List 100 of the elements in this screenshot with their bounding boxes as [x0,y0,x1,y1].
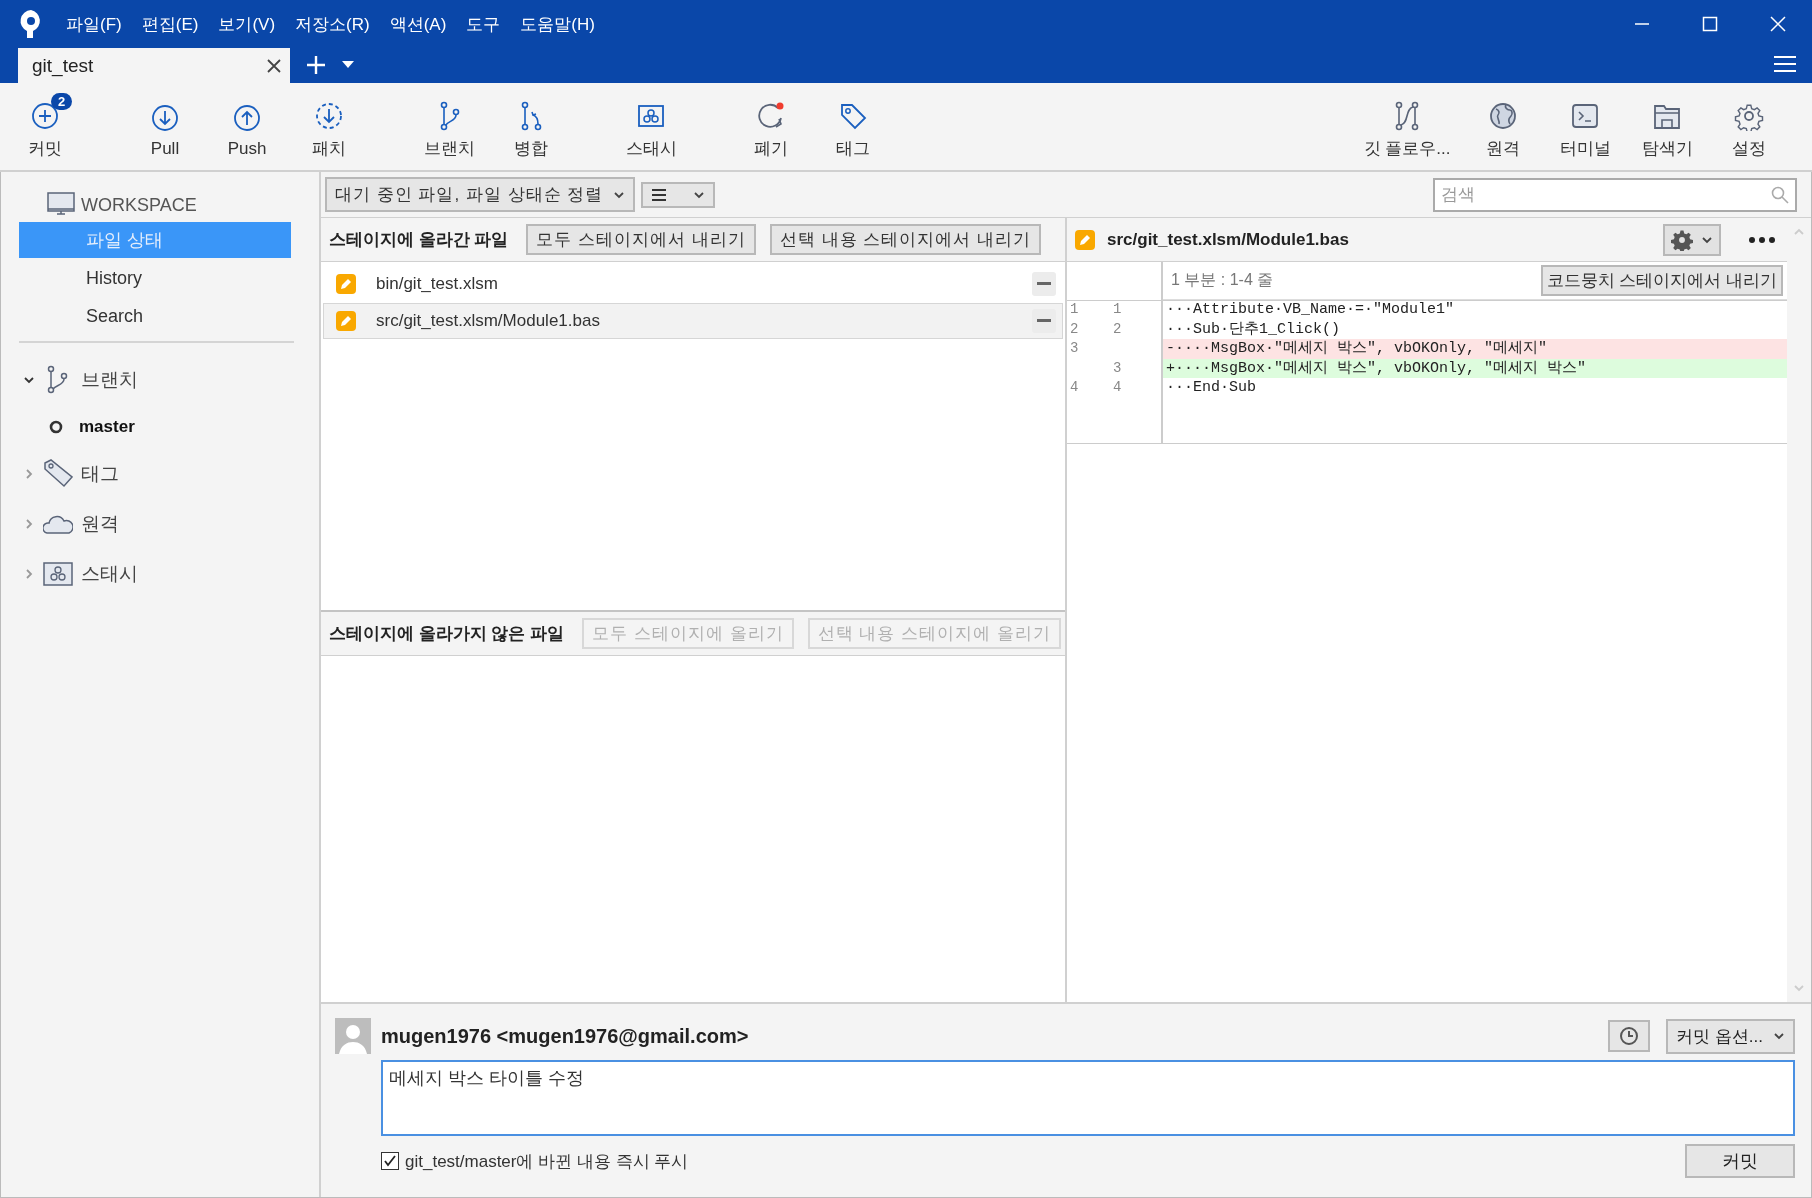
section-label: 브랜치 [81,368,138,392]
search-field[interactable]: 검색 [1433,177,1797,212]
maximize-icon[interactable] [1702,16,1718,32]
toolbar-button[interactable]: 패치 [288,93,370,160]
minus-button[interactable] [1032,272,1056,296]
sidebar-item[interactable]: Search [19,298,291,334]
unstage-hunk-button[interactable]: 코드뭉치 스테이지에서 내리기 [1540,265,1783,296]
line-number: 2 [1069,319,1080,339]
minus-icon [1037,282,1051,286]
plus-circle-icon [30,101,60,131]
globe-icon [1488,101,1518,131]
author-name: mugen1976 <mugen1976@gmail.com> [381,1024,750,1048]
menu-icon[interactable] [1774,55,1796,73]
avatar-icon [335,1018,371,1054]
commit-options-dropdown[interactable]: 커밋 옵션... [1666,1018,1795,1054]
sidebar-item[interactable]: History [19,260,291,296]
history-button[interactable] [1608,1020,1651,1052]
toolbar-button[interactable]: 터미널 [1544,93,1626,160]
menu-item[interactable]: 파일(F) [66,12,122,36]
caret-down-icon[interactable] [342,61,354,69]
pencil-icon [336,274,356,294]
section-label: 태그 [81,462,119,486]
settings-icon [1671,228,1693,251]
toolbar-button[interactable]: 원격 [1462,93,1544,160]
toolbar-button[interactable]: 병합 [490,93,572,160]
panel-title: 스테이지에 올라간 파일 [329,229,509,251]
file-path: bin/git_test.xlsm [376,274,499,294]
settings-icon [1734,101,1764,131]
toolbar-button[interactable]: 브랜치 [408,93,490,160]
sidebar-section[interactable]: 원격 [19,499,319,549]
menu-item[interactable]: 액션(A) [389,12,447,36]
sort-dropdown[interactable]: 대기 중인 파일, 파일 상태순 정렬 [325,177,636,212]
code-line: ···End·Sub [1165,378,1257,398]
settings-dropdown[interactable] [1663,223,1721,256]
section-label: 원격 [81,512,119,536]
toolbar-button[interactable]: Pull [124,94,206,159]
more-icon[interactable] [1749,236,1775,243]
commit-button[interactable]: 커밋 [1685,1144,1795,1178]
sidebar-section[interactable]: 태그 [19,449,319,499]
toolbar-button[interactable]: 탐색기 [1626,93,1708,160]
toolbar-button[interactable]: 태그 [812,93,894,160]
search-icon [1771,185,1789,204]
menu-item[interactable]: 보기(V) [218,12,276,36]
monitor-icon [47,192,75,218]
file-row[interactable]: src/git_test.xlsm/Module1.bas [323,303,1063,339]
chevron-down-icon[interactable] [1773,1030,1785,1042]
code-line: ···Attribute·VB_Name·=·"Module1" [1165,300,1456,320]
line-number: 2 [1112,319,1123,339]
count-badge: 2 [51,93,73,110]
up-arrow-circle-icon [232,102,262,133]
checkbox[interactable] [381,1152,399,1170]
sidebar-section[interactable]: 브랜치 [19,355,319,405]
line-number: 3 [1069,339,1080,358]
refresh-arrow-icon [756,101,786,131]
list-icon [651,187,668,202]
chevron-right-icon[interactable] [23,468,35,480]
branch-name[interactable]: master [79,417,135,437]
menu-item[interactable]: 저장소(R) [295,12,370,36]
line-number: 4 [1069,378,1080,397]
clock-icon [1619,1026,1640,1046]
line-number: 1 [1069,300,1080,319]
stage-button[interactable]: 모두 스테이지에서 내리기 [526,224,756,255]
pencil-icon [336,311,356,331]
hunk-header: 1 부분 : 1-4 줄 [1171,270,1274,290]
minus-button[interactable] [1032,309,1056,333]
chevron-right-icon[interactable] [23,568,35,580]
stage-button[interactable]: 선택 내용 스테이지에서 내리기 [769,224,1042,255]
file-path: src/git_test.xlsm/Module1.bas [376,311,601,331]
pencil-icon [1075,229,1095,250]
toolbar-button[interactable]: 폐기 [730,93,812,160]
section-title: WORKSPACE [81,194,197,216]
file-path: src/git_test.xlsm/Module1.bas [1107,229,1350,250]
code-line: ···Sub·단추1_Click() [1165,319,1342,339]
chevron-down-icon[interactable] [23,374,35,386]
down-arrow-circle-icon [150,102,180,133]
tag-icon [838,101,868,131]
ring-icon [49,420,63,434]
minus-icon [1037,319,1051,323]
toolbar-button[interactable]: 설정 [1708,93,1790,160]
view-dropdown[interactable] [641,181,716,208]
menu-item[interactable]: 편집(E) [141,12,199,36]
toolbar-button[interactable]: 깃 플로우... [1352,93,1462,160]
close-icon[interactable] [266,57,282,74]
line-number: 4 [1112,378,1123,397]
line-number: 1 [1112,300,1123,319]
tag-icon [43,459,73,489]
toolbar-button[interactable]: 커밋 2 [4,93,86,160]
menu-item[interactable]: 도움말(H) [520,12,595,36]
checkbox-label[interactable]: git_test/master에 바뀐 내용 즉시 푸시 [405,1149,1685,1173]
message-field[interactable]: 메세지 박스 타이틀 수정 [381,1060,1795,1136]
plus-icon[interactable] [306,55,326,75]
menu-item[interactable]: 도구 [466,12,501,36]
tab[interactable]: git_test [18,48,290,83]
chevron-right-icon[interactable] [23,518,35,530]
sidebar-section[interactable]: 스태시 [19,549,319,599]
toolbar-button[interactable]: Push [206,94,288,159]
section-label: 스태시 [81,562,138,586]
file-row[interactable]: bin/git_test.xlsm [323,266,1063,302]
toolbar-button[interactable]: 스태시 [610,93,692,160]
terminal-icon [1570,101,1600,131]
